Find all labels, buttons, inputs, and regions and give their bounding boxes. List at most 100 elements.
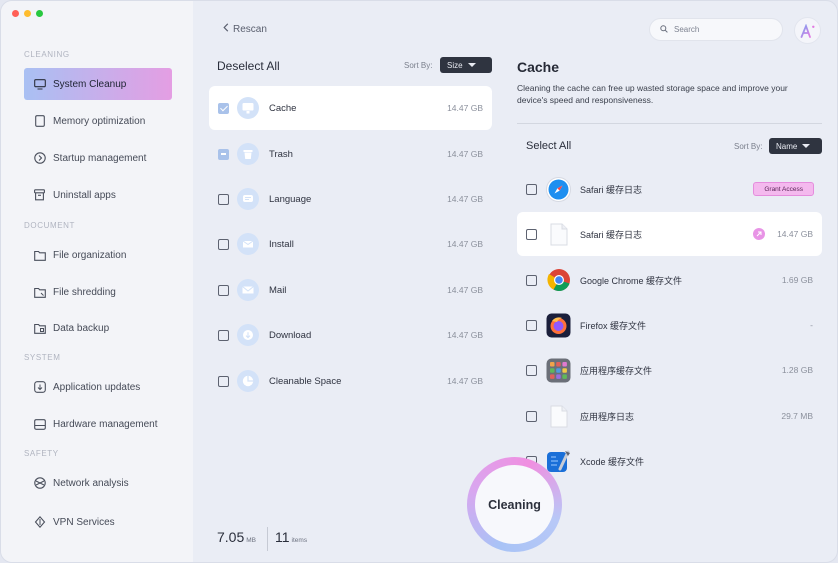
file-row[interactable]: Google Chrome 缓存文件 1.69 GB — [517, 258, 822, 302]
sidebar-item-label: Startup management — [53, 152, 147, 164]
sidebar-item-file-organization[interactable]: File organization — [24, 239, 172, 271]
sidebar-item-label: VPN Services — [53, 516, 115, 528]
chevron-left-icon — [223, 23, 229, 35]
sidebar-item-application-updates[interactable]: Application updates — [24, 371, 172, 403]
file-row[interactable]: Safari 缓存日志 14.47 GB — [517, 212, 822, 256]
rescan-label: Rescan — [233, 23, 267, 35]
sidebar-item-vpn-services[interactable]: VPN Services — [24, 506, 172, 538]
search-box[interactable]: Search — [649, 18, 783, 41]
category-checkbox[interactable] — [218, 329, 229, 341]
close-window-button[interactable] — [12, 10, 19, 17]
items-count-value: 11 — [275, 529, 290, 545]
sidebar-item-system-cleanup[interactable]: System Cleanup — [24, 68, 172, 100]
file-name: Safari 缓存日志 — [580, 184, 643, 195]
file-row[interactable]: Safari 缓存日志 Grant Access — [517, 167, 822, 211]
category-checkbox[interactable] — [218, 102, 229, 114]
sidebar-item-label: System Cleanup — [53, 78, 127, 90]
category-checkbox[interactable] — [218, 193, 229, 205]
file-name: Xcode 缓存文件 — [580, 456, 645, 467]
sidebar-item-network-analysis[interactable]: Network analysis — [24, 467, 172, 499]
total-size-unit: MB — [246, 537, 256, 544]
category-checkbox[interactable] — [218, 284, 229, 296]
firefox-icon — [546, 313, 571, 338]
vpn-icon — [33, 516, 46, 529]
category-row-language[interactable]: Language 14.47 GB — [209, 177, 492, 221]
sidebar-item-label: Application updates — [53, 381, 141, 393]
chrome-icon — [546, 268, 571, 293]
section-title-document: DOCUMENT — [24, 221, 76, 230]
category-row-cleanable-space[interactable]: Cleanable Space 14.47 GB — [209, 359, 492, 403]
app-logo[interactable] — [794, 17, 821, 44]
sidebar-item-file-shredding[interactable]: File shredding — [24, 276, 172, 308]
category-row-cache[interactable]: Cache 14.47 GB — [209, 86, 492, 130]
power-icon — [33, 152, 46, 165]
file-checkbox[interactable] — [526, 319, 537, 331]
ai-logo-icon — [800, 23, 814, 38]
category-checkbox[interactable] — [218, 238, 229, 250]
file-name: Safari 缓存日志 — [580, 229, 643, 240]
caret-down-icon — [467, 63, 476, 67]
folder-shred-icon — [33, 286, 46, 299]
deselect-all-button[interactable]: Deselect All — [217, 59, 280, 73]
cleaning-button[interactable]: Cleaning — [467, 457, 562, 552]
monitor-icon — [33, 78, 46, 91]
category-name: Install — [269, 238, 294, 250]
sidebar-item-label: Uninstall apps — [53, 189, 116, 201]
sidebar-item-memory-optimization[interactable]: Memory optimization — [24, 105, 172, 137]
file-name: 应用程序日志 — [580, 411, 635, 422]
file-name: 应用程序缓存文件 — [580, 365, 653, 376]
category-row-install[interactable]: Install 14.47 GB — [209, 222, 492, 266]
document-icon — [546, 222, 571, 247]
file-checkbox[interactable] — [526, 410, 537, 422]
sort-by-dropdown[interactable]: Size — [440, 57, 492, 73]
grant-access-button[interactable]: Grant Access — [753, 182, 814, 196]
sidebar-item-uninstall-apps[interactable]: Uninstall apps — [24, 179, 172, 211]
total-size-value: 7.05 — [217, 529, 245, 545]
caret-down-icon — [802, 144, 811, 148]
traffic-lights — [12, 10, 43, 17]
zoom-window-button[interactable] — [36, 10, 43, 17]
category-size: 14.47 GB — [447, 149, 483, 159]
category-checkbox[interactable] — [218, 375, 229, 387]
app-window: CLEANING System Cleanup Memory optimizat… — [0, 0, 838, 563]
rescan-button[interactable]: Rescan — [223, 23, 267, 35]
file-row[interactable]: 应用程序日志 29.7 MB — [517, 394, 822, 438]
divider — [517, 123, 822, 124]
network-icon — [33, 477, 46, 490]
category-checkbox[interactable] — [218, 148, 229, 160]
category-row-download[interactable]: Download 14.47 GB — [209, 313, 492, 357]
sort-value: Size — [447, 60, 463, 70]
divider — [267, 527, 268, 551]
cache-icon — [237, 97, 259, 119]
sidebar-item-startup-management[interactable]: Startup management — [24, 142, 172, 174]
file-row[interactable]: Firefox 缓存文件 - — [517, 303, 822, 347]
file-size: - — [810, 320, 813, 330]
section-title-system: SYSTEM — [24, 353, 61, 362]
sort-value: Name — [776, 141, 798, 151]
category-name: Language — [269, 193, 312, 205]
category-size: 14.47 GB — [447, 103, 483, 113]
reveal-arrow-icon[interactable] — [753, 228, 766, 240]
items-count-label: items — [291, 537, 308, 544]
category-size: 14.47 GB — [447, 239, 483, 249]
sort-by-label: Sort By: — [404, 61, 433, 70]
sidebar-item-data-backup[interactable]: Data backup — [24, 312, 172, 344]
file-checkbox[interactable] — [526, 274, 537, 286]
sidebar-item-label: File shredding — [53, 286, 116, 298]
file-checkbox[interactable] — [526, 228, 537, 240]
file-row[interactable]: Xcode 缓存文件 — [517, 439, 822, 483]
xcode-icon — [546, 449, 571, 474]
category-row-mail[interactable]: Mail 14.47 GB — [209, 268, 492, 312]
select-all-button[interactable]: Select All — [526, 140, 571, 152]
category-row-trash[interactable]: Trash 14.47 GB — [209, 132, 492, 176]
file-checkbox[interactable] — [526, 364, 537, 376]
sort-by-dropdown[interactable]: Name — [769, 138, 822, 154]
sidebar-item-hardware-management[interactable]: Hardware management — [24, 408, 172, 440]
file-row[interactable]: 应用程序缓存文件 1.28 GB — [517, 348, 822, 392]
download-icon — [237, 324, 259, 346]
category-name: Download — [269, 329, 312, 341]
file-checkbox[interactable] — [526, 183, 537, 195]
sort-by-label: Sort By: — [734, 142, 763, 151]
minimize-window-button[interactable] — [24, 10, 31, 17]
trash-icon — [33, 189, 46, 202]
